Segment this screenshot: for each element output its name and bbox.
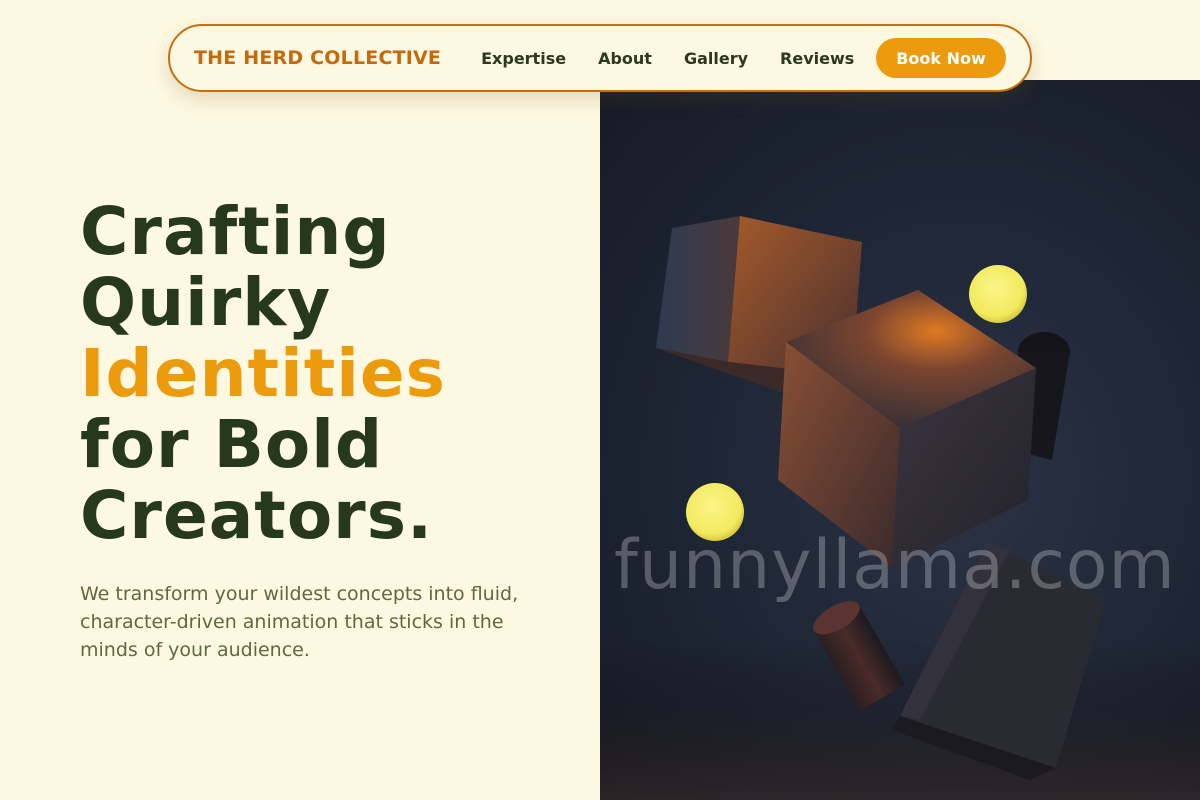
headline-accent-line: Identities [80,335,446,412]
nav-link-gallery[interactable]: Gallery [684,49,748,68]
nav-link-expertise[interactable]: Expertise [481,49,566,68]
headline-line: Creators. [80,477,434,554]
page: funnyllama.com THE HERD COLLECTIVE Exper… [0,0,1200,800]
nav-links: Expertise About Gallery Reviews [481,49,854,68]
hero-subtext: We transform your wildest concepts into … [80,583,519,661]
book-now-button[interactable]: Book Now [876,38,1006,78]
hero-image: funnyllama.com [600,80,1200,800]
brand-logo[interactable]: THE HERD COLLECTIVE [194,47,441,69]
navbar: THE HERD COLLECTIVE Expertise About Gall… [168,24,1032,92]
watermark-text: funnyllama.com [614,526,1176,605]
headline-line: Quirky [80,264,332,341]
headline-line: Crafting [80,193,391,270]
hero-headline: Crafting Quirky Identities for Bold Crea… [80,196,446,551]
nav-link-about[interactable]: About [598,49,652,68]
nav-link-reviews[interactable]: Reviews [780,49,854,68]
headline-line: for Bold [80,406,384,483]
abstract-3d-cubes-image [600,216,1200,800]
